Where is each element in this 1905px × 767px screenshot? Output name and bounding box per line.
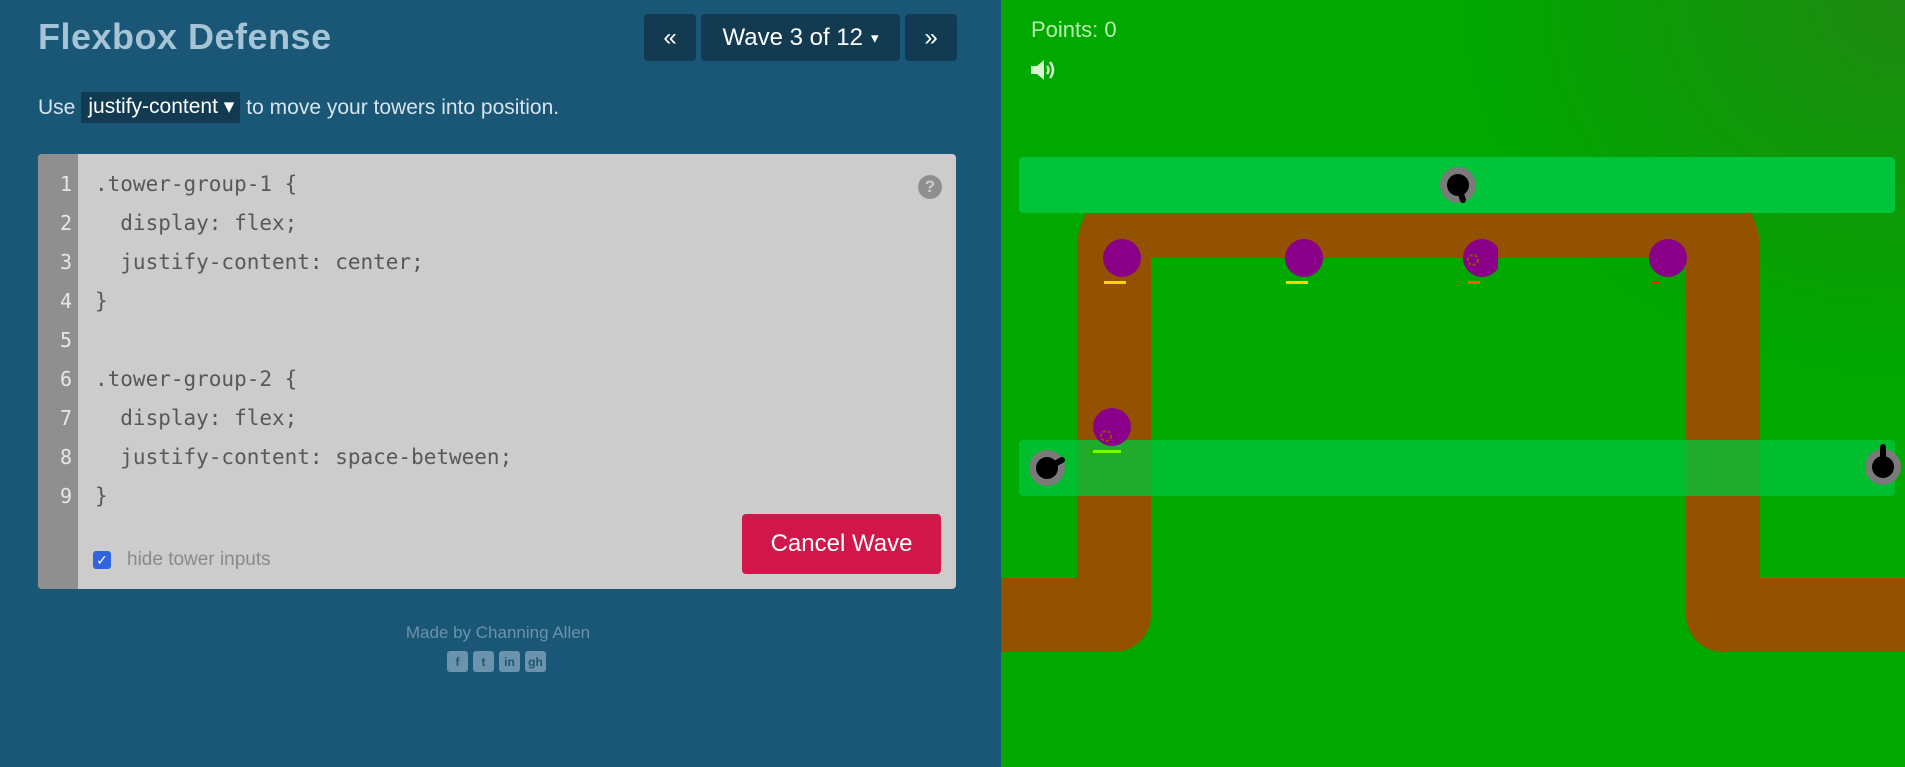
line-number: 4 bbox=[59, 289, 72, 313]
code-line[interactable]: display: flex; bbox=[95, 406, 297, 430]
line-number: 8 bbox=[59, 445, 72, 469]
line-number: 6 bbox=[59, 367, 72, 391]
chevron-down-icon: ▾ bbox=[871, 29, 879, 47]
instructions-panel: Flexbox Defense « Wave 3 of 12 ▾ » Use j… bbox=[0, 0, 1001, 767]
game-title: Flexbox Defense bbox=[38, 16, 332, 57]
previous-wave-button[interactable]: « bbox=[644, 14, 696, 61]
next-wave-button[interactable]: » bbox=[905, 14, 957, 61]
line-number: 2 bbox=[59, 211, 72, 235]
line-number: 7 bbox=[59, 406, 72, 430]
code-line[interactable]: justify-content: space-between; bbox=[95, 445, 512, 469]
twitter-icon[interactable]: t bbox=[473, 651, 494, 672]
wave-instructions: Use justify-content ▾ to move your tower… bbox=[38, 92, 559, 123]
cancel-wave-button[interactable]: Cancel Wave bbox=[742, 514, 941, 574]
author-credit: Made by Channing Allen bbox=[405, 623, 591, 642]
enemy bbox=[1285, 239, 1323, 284]
hide-tower-inputs-label: hide tower inputs bbox=[127, 549, 271, 570]
hide-tower-inputs-toggle[interactable]: ✓ hide tower inputs bbox=[93, 549, 271, 571]
enemy bbox=[1649, 239, 1687, 284]
property-reference-dropdown[interactable]: justify-content ▾ bbox=[81, 92, 241, 123]
github-icon[interactable]: gh bbox=[525, 651, 546, 672]
line-number-gutter: 1 2 3 4 5 6 7 8 9 bbox=[38, 154, 78, 589]
code-line[interactable]: .tower-group-1 { bbox=[95, 172, 297, 196]
enemy bbox=[1463, 239, 1498, 284]
instructions-suffix: to move your towers into position. bbox=[246, 95, 560, 119]
line-number: 9 bbox=[59, 484, 72, 508]
enemy-path bbox=[1001, 184, 1905, 652]
wave-select-dropdown[interactable]: Wave 3 of 12 ▾ bbox=[701, 14, 900, 61]
game-board: Points: 0 bbox=[1001, 0, 1905, 767]
css-code-editor: 1 2 3 4 5 6 7 8 9 .tower-group-1 { displ… bbox=[38, 154, 956, 589]
level-navigation: « Wave 3 of 12 ▾ » bbox=[644, 14, 957, 61]
code-line[interactable]: display: flex; bbox=[95, 211, 297, 235]
code-line[interactable]: .tower-group-2 { bbox=[95, 367, 297, 391]
social-links: f t in gh bbox=[447, 651, 546, 672]
line-number: 5 bbox=[59, 328, 72, 352]
line-number: 3 bbox=[59, 250, 72, 274]
wave-label: Wave 3 of 12 bbox=[722, 23, 863, 51]
enemy bbox=[1093, 408, 1131, 453]
tower bbox=[1440, 167, 1476, 203]
help-icon[interactable]: ? bbox=[918, 175, 942, 199]
instructions-prefix: Use bbox=[38, 95, 76, 119]
code-line[interactable]: } bbox=[95, 484, 108, 508]
tower-group-2-track bbox=[1019, 440, 1895, 496]
facebook-icon[interactable]: f bbox=[447, 651, 468, 672]
tower bbox=[1029, 450, 1065, 486]
code-line[interactable]: justify-content: center; bbox=[95, 250, 423, 274]
linkedin-icon[interactable]: in bbox=[499, 651, 520, 672]
checkbox[interactable]: ✓ bbox=[93, 551, 111, 569]
line-number: 1 bbox=[59, 172, 72, 196]
enemy bbox=[1103, 239, 1141, 284]
tower bbox=[1865, 444, 1901, 485]
code-line[interactable]: } bbox=[95, 289, 108, 313]
